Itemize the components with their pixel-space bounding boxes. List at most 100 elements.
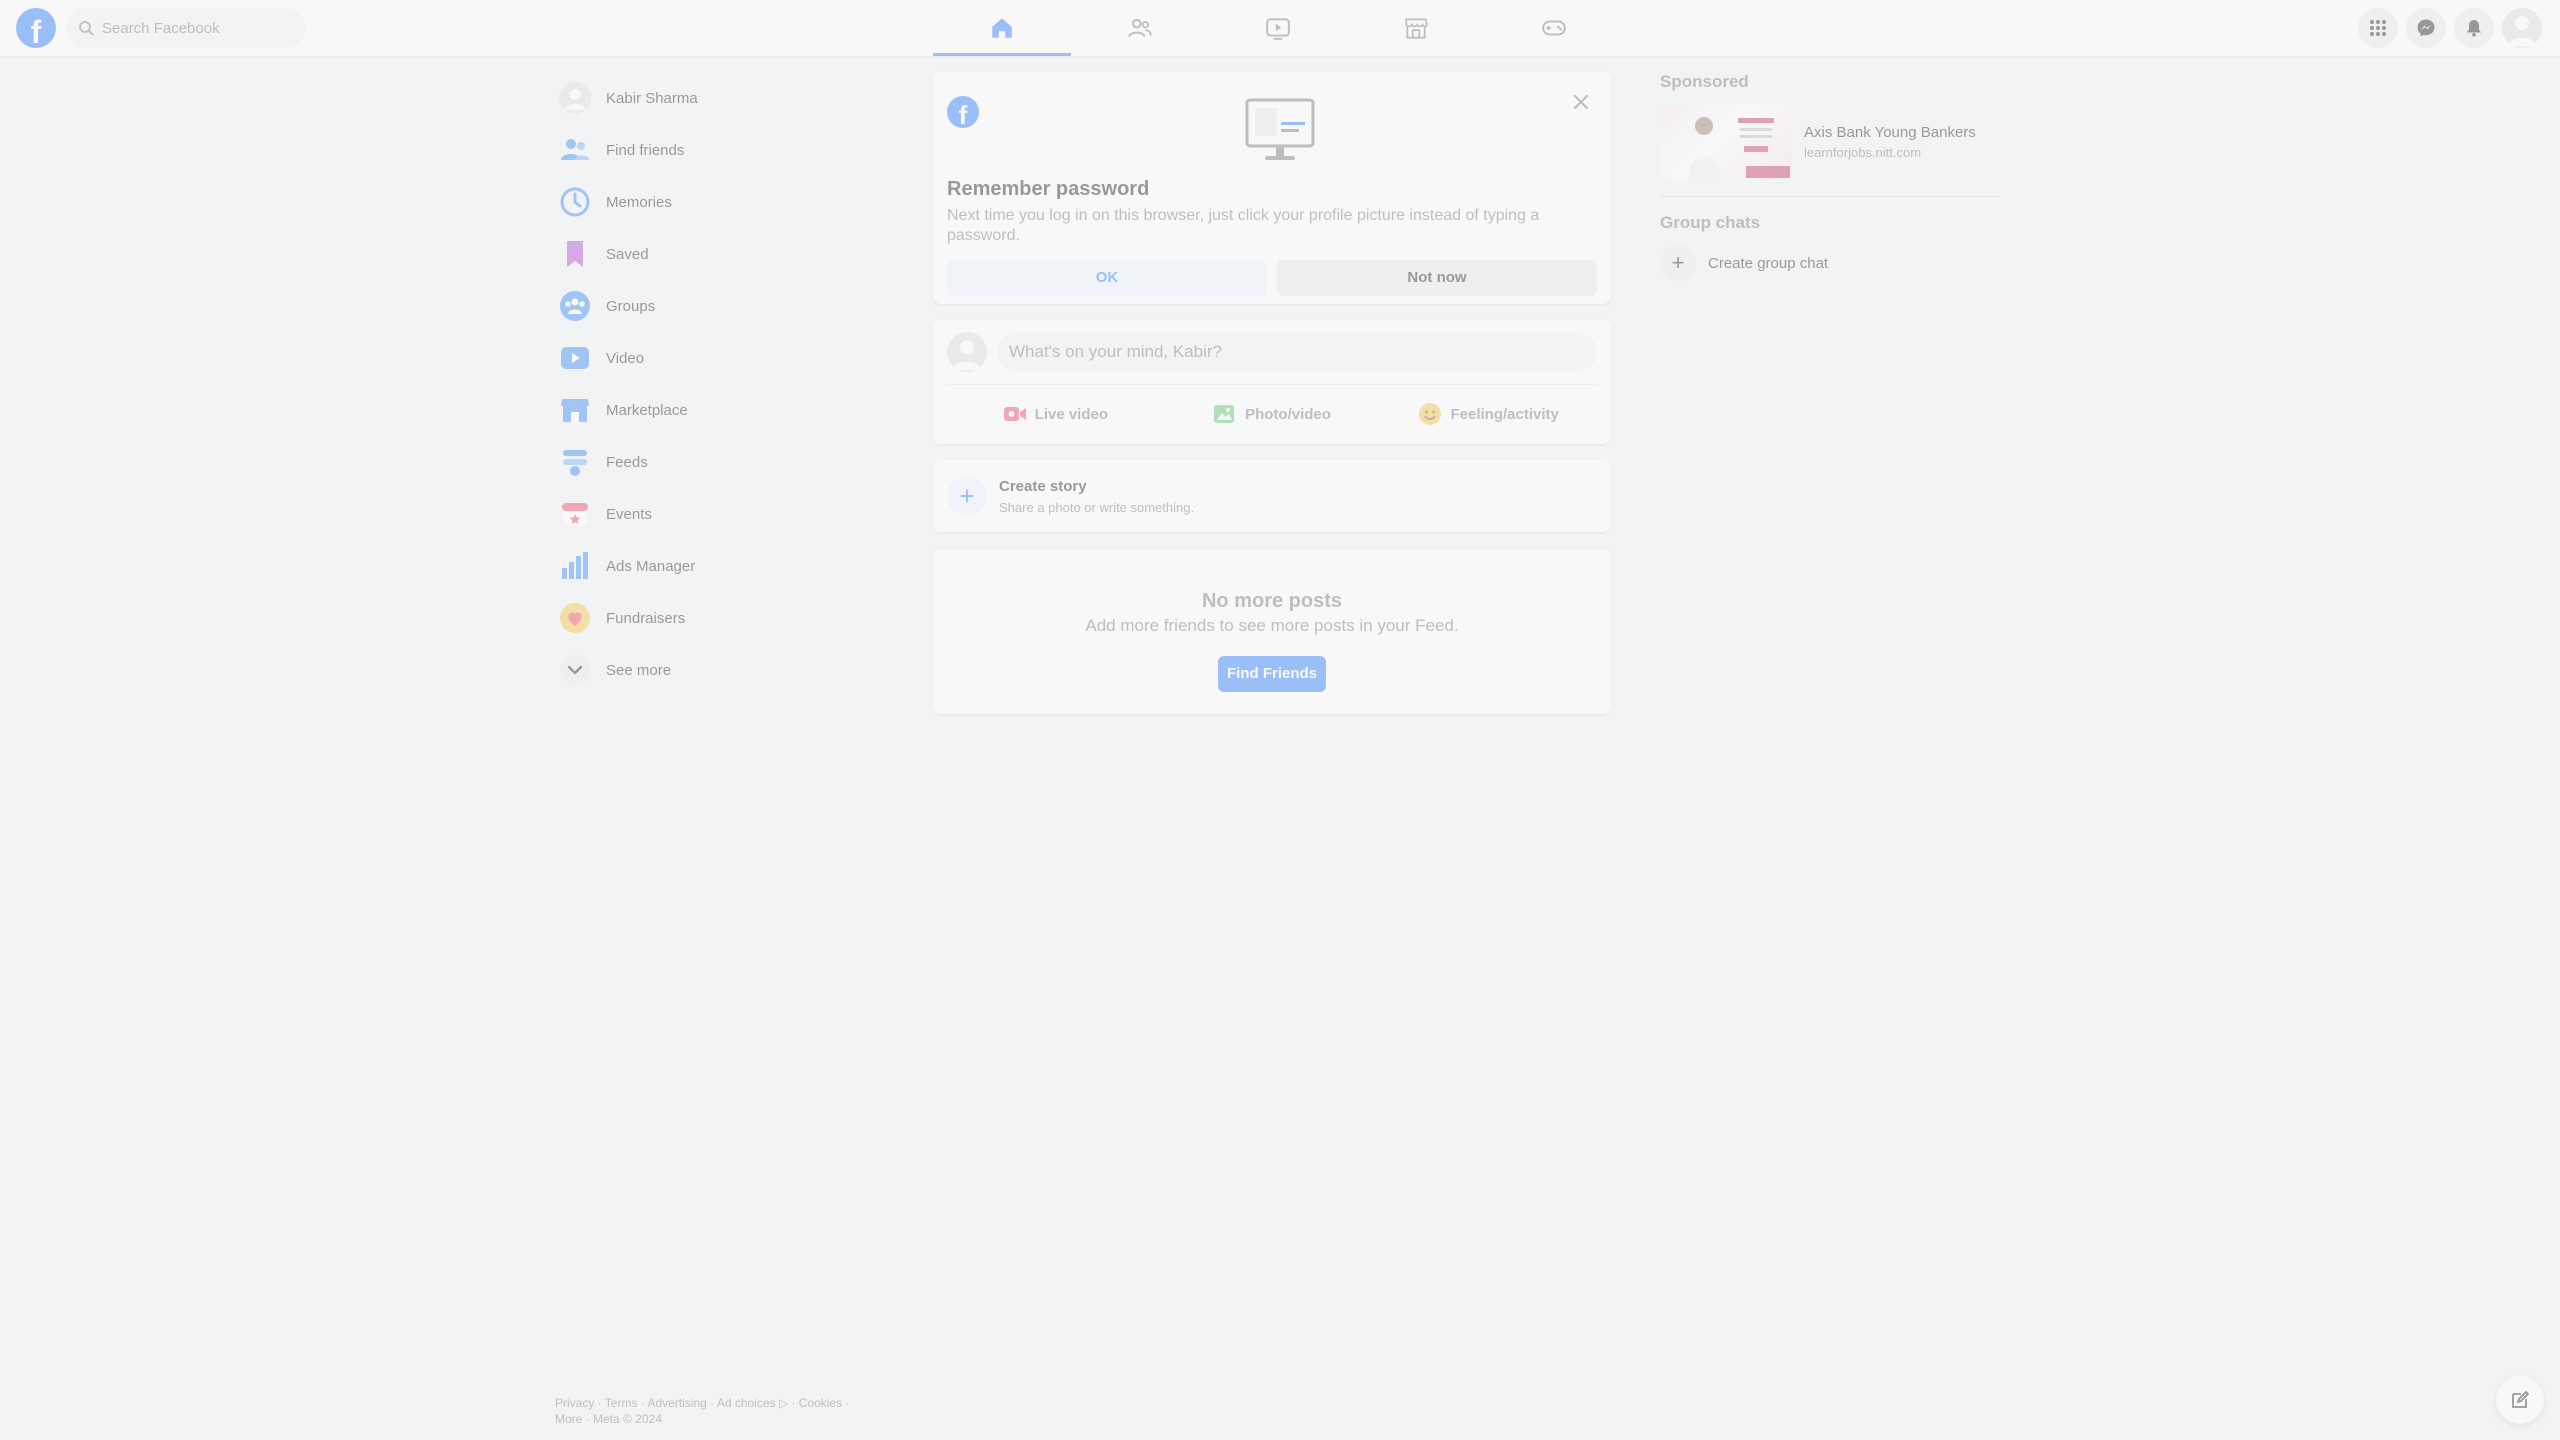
sidebar-item-label: See more [606, 661, 672, 679]
create-story-title: Create story [999, 478, 1087, 495]
tab-gaming[interactable] [1485, 0, 1623, 56]
search-box[interactable] [66, 8, 306, 48]
video-icon [558, 341, 592, 375]
sidebar-item-marketplace[interactable]: Marketplace [552, 384, 892, 436]
sidebar-item-find-friends[interactable]: Find friends [552, 124, 892, 176]
sidebar-item-fundraisers[interactable]: Fundraisers [552, 592, 892, 644]
no-more-posts-card: No more posts Add more friends to see mo… [933, 550, 1611, 714]
sidebar-item-label: Marketplace [606, 401, 688, 419]
footer-line-1[interactable]: Privacy · Terms · Advertising · Ad choic… [555, 1395, 849, 1411]
sidebar-item-label: Events [606, 505, 652, 523]
live-video-icon [1003, 407, 1026, 421]
sidebar-item-events[interactable]: Events [552, 488, 892, 540]
user-silhouette-icon [2508, 16, 2536, 46]
composer-actions: Live video Photo/video Feeling/activity [947, 392, 1597, 436]
sidebar-item-label: Kabir Sharma [606, 89, 698, 107]
live-video-button[interactable]: Live video [947, 392, 1164, 436]
sponsored-heading: Sponsored [1660, 72, 1749, 91]
ad-url: learnforjobs.nitt.com [1804, 145, 1922, 160]
sidebar-item-label: Memories [606, 193, 672, 211]
search-input[interactable] [102, 19, 292, 37]
sidebar-item-label: Feeds [606, 453, 648, 471]
home-icon [992, 18, 1012, 38]
sidebar-item-label: Find friends [606, 141, 685, 159]
friends-icon [1128, 18, 1152, 37]
find-friends-button[interactable]: Find Friends [1218, 656, 1326, 692]
messenger-button[interactable] [2406, 8, 2446, 48]
compose-icon [2512, 1390, 2530, 1408]
account-avatar[interactable] [2502, 8, 2542, 48]
chevron-down-icon [558, 653, 592, 687]
photo-icon [1214, 405, 1235, 423]
create-story-card[interactable]: + Create story Share a photo or write so… [933, 460, 1611, 532]
new-message-button[interactable] [2496, 1376, 2544, 1424]
ok-button[interactable]: OK [947, 260, 1267, 296]
close-icon [1573, 94, 1589, 110]
ad-image [1660, 104, 1792, 180]
close-button[interactable] [1565, 86, 1597, 118]
sidebar-item-saved[interactable]: Saved [552, 228, 892, 280]
photo-video-button[interactable]: Photo/video [1164, 392, 1381, 436]
post-composer: What's on your mind, Kabir? Live video P… [933, 320, 1611, 444]
sponsored-ad[interactable]: Axis Bank Young Bankers learnforjobs.nit… [1660, 104, 2000, 180]
tab-marketplace[interactable] [1347, 0, 1485, 56]
menu-button[interactable] [2358, 8, 2398, 48]
user-silhouette-icon [953, 340, 981, 370]
tab-home[interactable] [933, 0, 1071, 56]
sidebar-item-label: Ads Manager [606, 557, 696, 575]
footer-line-2[interactable]: More · Meta © 2024 [555, 1411, 849, 1427]
sidebar-item-label: Groups [606, 297, 656, 315]
avatar [558, 81, 592, 115]
remember-password-title: Remember password [947, 178, 1150, 200]
ad-title: Axis Bank Young Bankers [1804, 124, 1976, 141]
create-group-chat-label: Create group chat [1708, 254, 1829, 272]
plus-icon: + [947, 476, 987, 516]
groups-icon [558, 289, 592, 323]
create-story-subtitle: Share a photo or write something. [999, 500, 1195, 515]
store-icon [558, 393, 592, 427]
top-navigation-bar: f [0, 0, 2560, 56]
footer-links: Privacy · Terms · Advertising · Ad choic… [555, 1395, 849, 1427]
ad-thumbnail-graphic [1688, 117, 1790, 180]
clock-icon [558, 185, 592, 219]
remember-password-description: Next time you log in on this browser, ju… [947, 207, 1540, 244]
heart-icon [558, 601, 592, 635]
sidebar-item-see-more[interactable]: See more [552, 644, 892, 696]
sidebar-item-feeds[interactable]: Feeds [552, 436, 892, 488]
tab-friends[interactable] [1071, 0, 1209, 56]
divider [1660, 196, 2000, 197]
search-icon [79, 21, 94, 36]
messenger-icon [2417, 19, 2435, 37]
sidebar-item-ads-manager[interactable]: Ads Manager [552, 540, 892, 592]
group-chats-heading: Group chats [1660, 213, 1761, 232]
no-more-posts-subtitle: Add more friends to see more posts in yo… [1085, 616, 1459, 635]
facebook-logo: f [947, 96, 979, 128]
feeling-activity-button[interactable]: Feeling/activity [1380, 392, 1597, 436]
sidebar-item-profile[interactable]: Kabir Sharma [552, 72, 892, 124]
sidebar-item-label: Fundraisers [606, 609, 686, 627]
avatar[interactable] [947, 332, 987, 372]
sidebar-item-video[interactable]: Video [552, 332, 892, 384]
calendar-icon [558, 497, 592, 531]
feeds-icon [558, 445, 592, 479]
top-right-actions [2358, 8, 2542, 48]
photo-video-label: Photo/video [1245, 405, 1331, 423]
notifications-button[interactable] [2454, 8, 2494, 48]
menu-grid-icon [2370, 20, 2386, 36]
tab-video[interactable] [1209, 0, 1347, 56]
gamepad-icon [1542, 20, 1566, 36]
sidebar-item-groups[interactable]: Groups [552, 280, 892, 332]
bar-chart-icon [558, 549, 592, 583]
remember-password-card: f Remember password Next time you log in… [933, 72, 1611, 304]
whats-on-your-mind-input[interactable]: What's on your mind, Kabir? [997, 332, 1597, 372]
sidebar-item-memories[interactable]: Memories [552, 176, 892, 228]
video-icon [1266, 18, 1290, 40]
not-now-button[interactable]: Not now [1277, 260, 1597, 296]
friends-icon [558, 133, 592, 167]
facebook-logo[interactable]: f [16, 8, 56, 48]
store-icon [1405, 18, 1428, 39]
create-group-chat-button[interactable]: + Create group chat [1660, 239, 2000, 287]
right-column: Sponsored Axis Bank Young Bankers learnf… [1660, 72, 2000, 287]
smiley-icon [1419, 403, 1442, 425]
sidebar-item-label: Saved [606, 245, 649, 263]
